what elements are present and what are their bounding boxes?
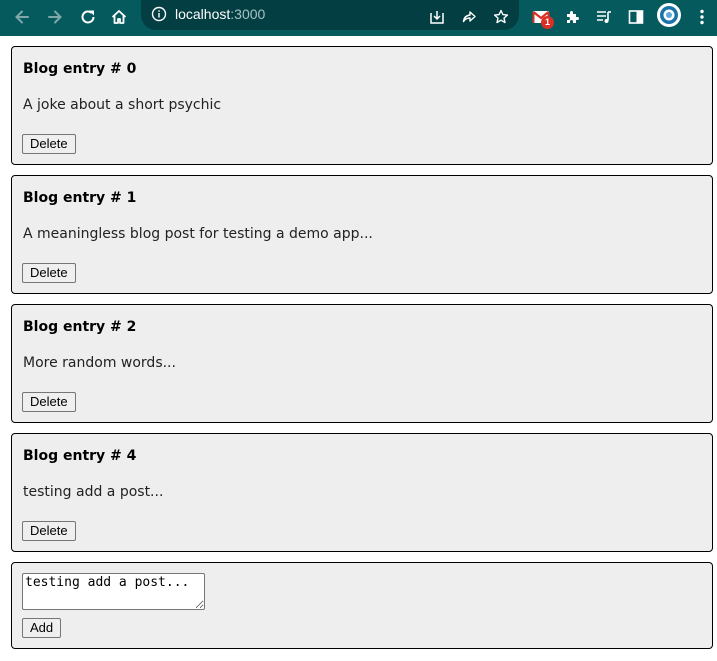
extensions-button[interactable] [560,4,586,30]
blog-post-card: Blog entry # 1 A meaningless blog post f… [11,175,713,294]
post-title: Blog entry # 1 [23,190,137,206]
post-body: testing add a post... [23,484,164,500]
url-port: :3000 [230,6,266,22]
bookmark-button[interactable] [488,4,514,30]
post-body: More random words... [23,355,176,371]
url-host: localhost [175,6,231,22]
blog-post-card: Blog entry # 4 testing add a post... Del… [11,433,713,552]
delete-post-button[interactable]: Delete [22,392,76,412]
delete-post-button[interactable]: Delete [22,521,76,541]
back-arrow-icon [15,10,29,24]
blog-post-card: Blog entry # 2 More random words... Dele… [11,304,713,423]
side-panel-icon [628,10,644,24]
share-button[interactable] [456,4,482,30]
back-button[interactable] [9,4,35,30]
blog-post-card: Blog entry # 0 A joke about a short psyc… [11,46,713,165]
bookmark-star-icon [493,9,509,24]
mail-count-badge: 1 [541,16,554,29]
reading-list-button[interactable] [591,4,617,30]
new-post-textarea[interactable]: testing add a post... [22,573,205,610]
side-panel-button[interactable] [623,4,649,30]
reload-button[interactable] [75,4,101,30]
profile-avatar-icon [660,6,678,24]
info-icon[interactable] [151,6,167,22]
extensions-puzzle-icon [567,11,579,23]
browser-toolbar: localhost:3000 1 [0,0,717,36]
delete-post-button[interactable]: Delete [22,134,76,154]
post-title: Blog entry # 2 [23,319,137,335]
post-title: Blog entry # 0 [23,61,137,77]
reload-icon [81,10,95,24]
install-app-button[interactable] [424,4,450,30]
home-button[interactable] [106,4,132,30]
profile-avatar-button[interactable] [657,3,681,27]
share-icon [462,11,476,23]
post-title: Blog entry # 4 [23,448,137,464]
post-body: A joke about a short psychic [23,97,222,113]
delete-post-button[interactable]: Delete [22,263,76,283]
home-icon [111,10,127,24]
add-post-button[interactable]: Add [22,618,62,638]
browser-menu-button[interactable] [689,4,715,30]
forward-button[interactable] [42,4,68,30]
install-icon [430,11,444,24]
forward-arrow-icon [48,10,62,24]
reading-list-icon [597,11,611,23]
kebab-menu-icon [700,9,704,25]
new-post-form: testing add a post... Add [11,562,713,649]
url-text: localhost:3000 [175,6,265,22]
post-body: A meaningless blog post for testing a de… [23,226,373,242]
